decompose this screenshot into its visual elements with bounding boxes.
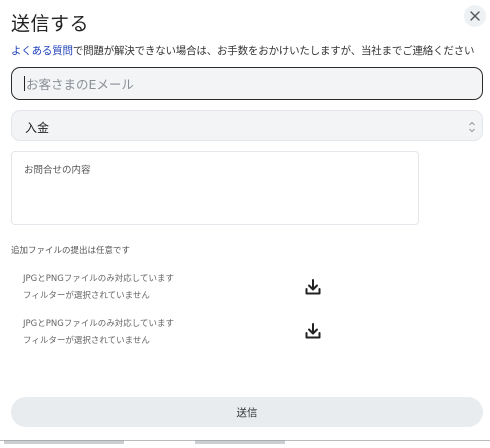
file-status: フィルターが選択されていません (23, 291, 150, 301)
text-caret (24, 76, 25, 91)
message-placeholder: お問合せの内容 (24, 165, 91, 176)
email-field[interactable] (24, 68, 468, 100)
background-content (195, 440, 285, 444)
file-upload-2: JPGとPNGファイルのみ対応しています フィルターが選択されていません (23, 316, 323, 350)
download-icon (305, 279, 321, 295)
email-field-wrapper (11, 67, 483, 100)
chevron-updown-icon (469, 121, 475, 133)
file-status: フィルターが選択されていません (23, 336, 150, 346)
background-content (4, 440, 124, 444)
file-format-note: JPGとPNGファイルのみ対応しています (23, 319, 175, 329)
topic-select-value: 入金 (25, 121, 50, 135)
upload-button-2[interactable] (304, 322, 322, 340)
file-format-note: JPGとPNGファイルのみ対応しています (23, 274, 175, 284)
submit-label: 送信 (236, 406, 258, 419)
file-upload-1: JPGとPNGファイルのみ対応しています フィルターが選択されていません (23, 271, 323, 305)
dialog-title: 送信する (11, 13, 90, 35)
upload-button-1[interactable] (304, 278, 322, 296)
message-textarea[interactable]: お問合せの内容 (11, 151, 419, 225)
intro-rest: で問題が解決できない場合は、お手数をおかけいたしますが、当社までご連絡ください (72, 45, 475, 57)
download-icon (305, 323, 321, 339)
close-icon (470, 11, 480, 21)
faq-link[interactable]: よくある質問 (11, 45, 73, 57)
optional-files-note: 追加ファイルの提出は任意です (11, 246, 131, 256)
intro-text: よくある質問で問題が解決できない場合は、お手数をおかけいたしますが、当社までご連… (11, 43, 483, 58)
close-button[interactable] (464, 5, 486, 27)
contact-dialog: 送信する よくある質問で問題が解決できない場合は、お手数をおかけいたしますが、当… (0, 0, 490, 440)
submit-button[interactable]: 送信 (11, 397, 483, 427)
topic-select[interactable]: 入金 (11, 110, 483, 141)
